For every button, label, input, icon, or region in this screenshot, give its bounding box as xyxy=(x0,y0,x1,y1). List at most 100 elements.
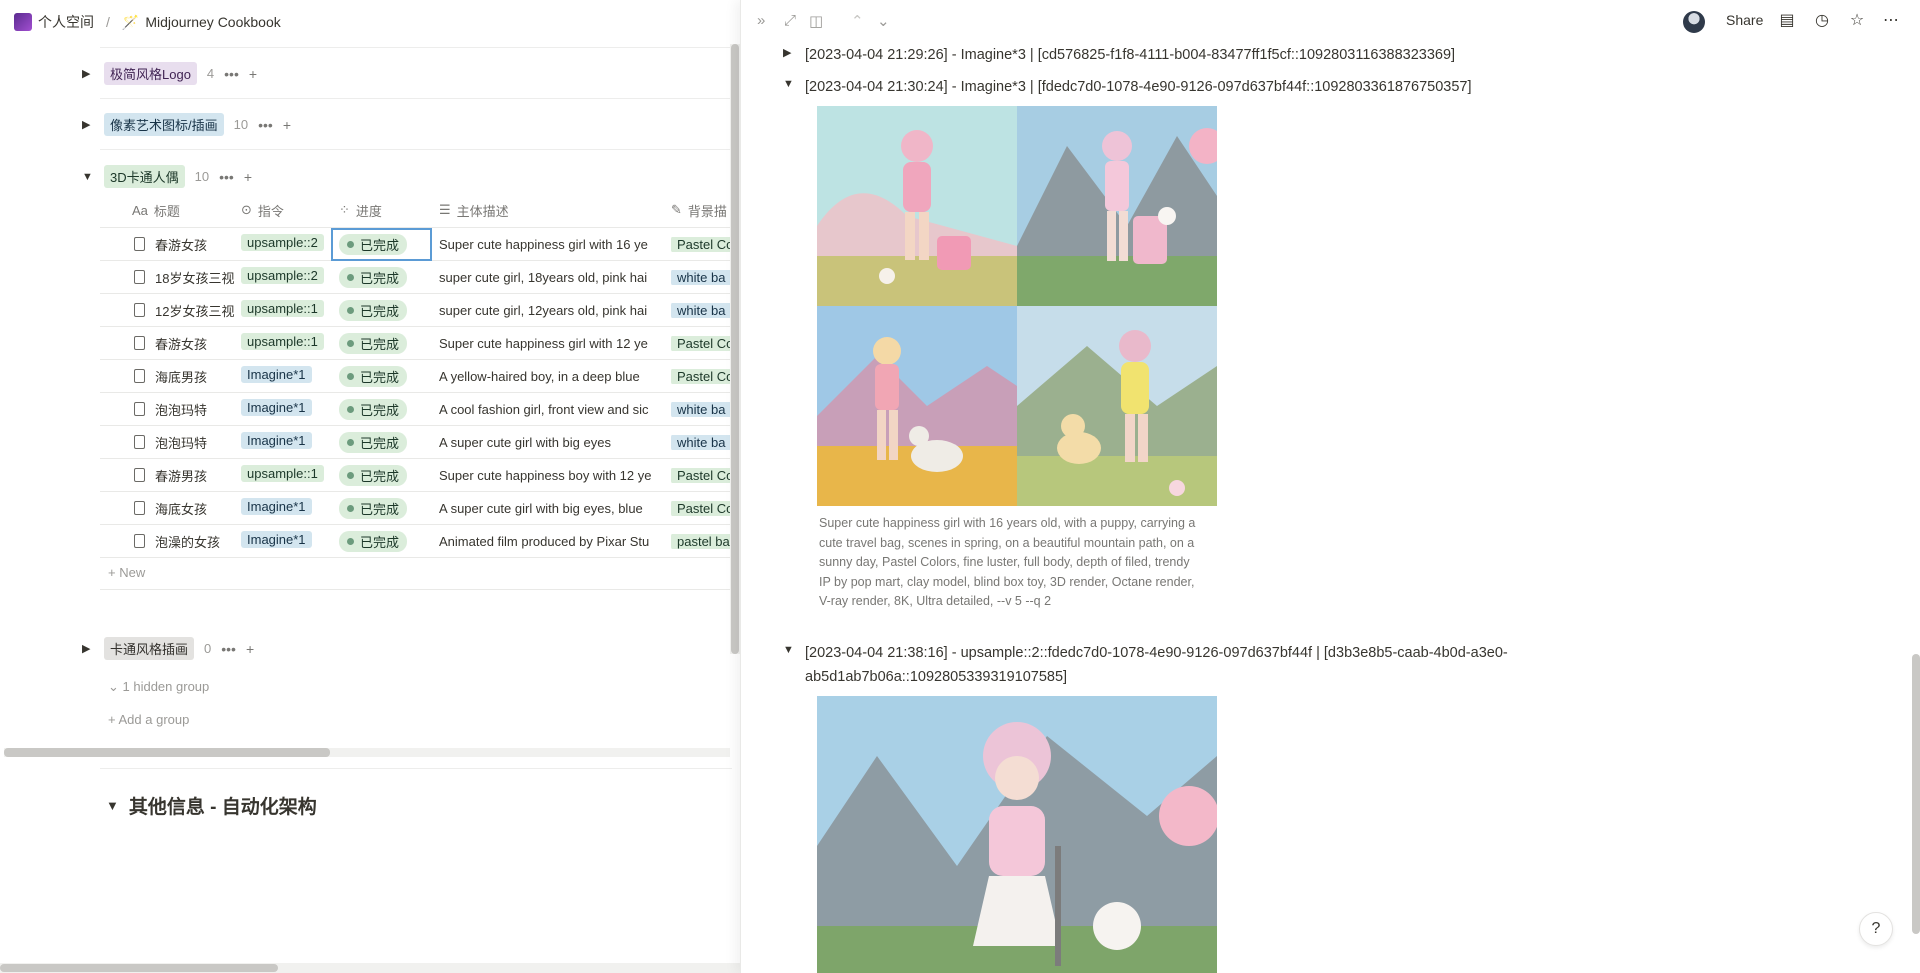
toggle-entry[interactable]: ▼ [2023-04-04 21:38:16] - upsample::2::f… xyxy=(783,641,1603,689)
progress-cell[interactable]: 已完成 xyxy=(331,431,433,453)
table-row[interactable]: 泡泡玛特 Imagine*1 已完成 A cool fashion girl, fro… xyxy=(100,393,732,426)
more-icon[interactable]: ••• xyxy=(219,169,234,185)
generated-image[interactable] xyxy=(817,306,1017,506)
progress-cell[interactable]: 已完成 xyxy=(331,365,433,387)
more-icon[interactable]: ••• xyxy=(221,641,236,657)
progress-cell[interactable]: 已完成 xyxy=(331,398,433,420)
command-cell[interactable]: Imagine*1 xyxy=(235,531,331,551)
title-cell[interactable]: 海底男孩 xyxy=(100,367,235,386)
new-row-button[interactable]: + New xyxy=(108,565,145,580)
expand-triangle-icon[interactable]: ▶ xyxy=(82,67,94,80)
title-cell[interactable]: 春游女孩 xyxy=(100,334,235,353)
command-cell[interactable]: Imagine*1 xyxy=(235,366,331,386)
collapse-triangle-icon[interactable]: ▼ xyxy=(783,644,794,689)
background-cell[interactable]: Pastel Co xyxy=(667,335,732,351)
row-title[interactable]: 泡澡的女孩 xyxy=(155,532,220,551)
collapse-triangle-icon[interactable]: ▼ xyxy=(106,798,119,813)
row-title[interactable]: 海底女孩 xyxy=(155,499,207,518)
description-cell[interactable]: A super cute girl with big eyes xyxy=(433,435,667,450)
scrollbar-thumb[interactable] xyxy=(0,964,278,972)
side-peek-icon[interactable]: ◫ xyxy=(809,12,823,30)
table-row[interactable]: 12岁女孩三视 upsample::1 已完成 super cute girl, 12… xyxy=(100,294,732,327)
history-icon[interactable]: ◷ xyxy=(1812,11,1832,31)
background-cell[interactable]: white ba xyxy=(667,401,732,417)
progress-cell[interactable]: 已完成 xyxy=(331,497,433,519)
expand-triangle-icon[interactable]: ▶ xyxy=(82,118,94,131)
row-title[interactable]: 泡泡玛特 xyxy=(155,433,207,452)
share-button[interactable]: Share xyxy=(1726,12,1763,28)
peek-scrollbar[interactable] xyxy=(1911,44,1920,973)
command-cell[interactable]: upsample::1 xyxy=(235,465,331,485)
add-icon[interactable]: + xyxy=(244,169,252,185)
background-cell[interactable]: pastel ba xyxy=(667,533,732,549)
description-cell[interactable]: A super cute girl with big eyes, blue xyxy=(433,501,667,516)
image-grid[interactable] xyxy=(817,106,1217,506)
group-header-logo[interactable]: ▶ 极简风格Logo 4 ••• + xyxy=(82,62,257,85)
background-cell[interactable]: white ba xyxy=(667,269,732,285)
group-header-3d[interactable]: ▼ 3D卡通人偶 10 ••• + xyxy=(82,165,252,188)
expand-triangle-icon[interactable]: ▶ xyxy=(82,642,94,655)
scrollbar-thumb[interactable] xyxy=(1912,654,1920,934)
collapse-triangle-icon[interactable]: ▼ xyxy=(82,171,94,183)
breadcrumb-page[interactable]: Midjourney Cookbook xyxy=(145,14,280,30)
description-cell[interactable]: Super cute happiness girl with 16 ye xyxy=(433,237,667,252)
title-cell[interactable]: 泡澡的女孩 xyxy=(100,532,235,551)
more-icon[interactable]: ⋯ xyxy=(1881,11,1901,31)
progress-cell[interactable]: 已完成 xyxy=(331,464,433,486)
column-description[interactable]: ☰ 主体描述 xyxy=(433,198,667,222)
more-icon[interactable]: ••• xyxy=(224,66,239,82)
section-heading[interactable]: ▼ 其他信息 - 自动化架构 xyxy=(106,792,317,819)
add-icon[interactable]: + xyxy=(246,641,254,657)
progress-cell[interactable]: 已完成 xyxy=(331,530,433,552)
column-command[interactable]: ⊙ 指令 xyxy=(235,198,331,222)
column-title[interactable]: Aa 标题 xyxy=(100,198,235,222)
group-header-pixel[interactable]: ▶ 像素艺术图标/插画 10 ••• + xyxy=(82,113,291,136)
progress-cell[interactable]: 已完成 xyxy=(331,332,433,354)
collapse-triangle-icon[interactable]: ▼ xyxy=(783,78,794,99)
table-row[interactable]: 海底男孩 Imagine*1 已完成 A yellow-haired boy, in … xyxy=(100,360,732,393)
title-cell[interactable]: 泡泡玛特 xyxy=(100,433,235,452)
background-cell[interactable]: Pastel Co xyxy=(667,236,732,252)
upsampled-image[interactable] xyxy=(817,696,1217,973)
horizontal-scrollbar[interactable] xyxy=(4,748,730,757)
description-cell[interactable]: Animated film produced by Pixar Stu xyxy=(433,534,667,549)
progress-cell[interactable]: 已完成 xyxy=(331,266,433,288)
background-cell[interactable]: white ba xyxy=(667,434,732,450)
title-cell[interactable]: 12岁女孩三视 xyxy=(100,301,235,320)
background-cell[interactable]: Pastel Co xyxy=(667,467,732,483)
bottom-scrollbar[interactable] xyxy=(0,963,740,973)
scrollbar-thumb[interactable] xyxy=(731,44,739,654)
title-cell[interactable]: 春游女孩 xyxy=(100,235,235,254)
expand-icon[interactable]: ⤢ xyxy=(784,12,796,29)
row-title[interactable]: 春游女孩 xyxy=(155,334,207,353)
description-cell[interactable]: super cute girl, 18years old, pink hai xyxy=(433,270,667,285)
help-button[interactable]: ? xyxy=(1859,912,1893,946)
vertical-scrollbar[interactable] xyxy=(730,44,740,654)
row-title[interactable]: 泡泡玛特 xyxy=(155,400,207,419)
row-title[interactable]: 12岁女孩三视 xyxy=(155,301,234,320)
generated-image[interactable] xyxy=(817,106,1017,306)
generated-image[interactable] xyxy=(1017,306,1217,506)
title-cell[interactable]: 18岁女孩三视 xyxy=(100,268,235,287)
row-title[interactable]: 春游女孩 xyxy=(155,235,207,254)
description-cell[interactable]: super cute girl, 12years old, pink hai xyxy=(433,303,667,318)
command-cell[interactable]: Imagine*1 xyxy=(235,432,331,452)
column-progress[interactable]: ⁘ 进度 xyxy=(331,198,433,222)
hidden-group-toggle[interactable]: ⌄ 1 hidden group xyxy=(108,679,209,695)
avatar[interactable] xyxy=(1683,11,1705,33)
expand-triangle-icon[interactable]: ▶ xyxy=(783,46,793,67)
comment-icon[interactable]: ▤ xyxy=(1777,11,1797,31)
more-icon[interactable]: ••• xyxy=(258,117,273,133)
description-cell[interactable]: Super cute happiness girl with 12 ye xyxy=(433,336,667,351)
table-row[interactable]: 春游女孩 upsample::1 已完成 Super cute happiness g… xyxy=(100,327,732,360)
toggle-entry[interactable]: ▼ [2023-04-04 21:30:24] - Imagine*3 | [f… xyxy=(783,75,1471,99)
command-cell[interactable]: Imagine*1 xyxy=(235,498,331,518)
next-icon[interactable]: ⌄ xyxy=(877,12,890,30)
description-cell[interactable]: A cool fashion girl, front view and sic xyxy=(433,402,667,417)
breadcrumb-workspace[interactable]: 个人空间 xyxy=(38,12,94,32)
add-group-button[interactable]: + Add a group xyxy=(108,712,189,727)
table-row[interactable]: 泡澡的女孩 Imagine*1 已完成 Animated film produced … xyxy=(100,525,732,558)
description-cell[interactable]: Super cute happiness boy with 12 ye xyxy=(433,468,667,483)
generated-image[interactable] xyxy=(1017,106,1217,306)
command-cell[interactable]: upsample::1 xyxy=(235,333,331,353)
